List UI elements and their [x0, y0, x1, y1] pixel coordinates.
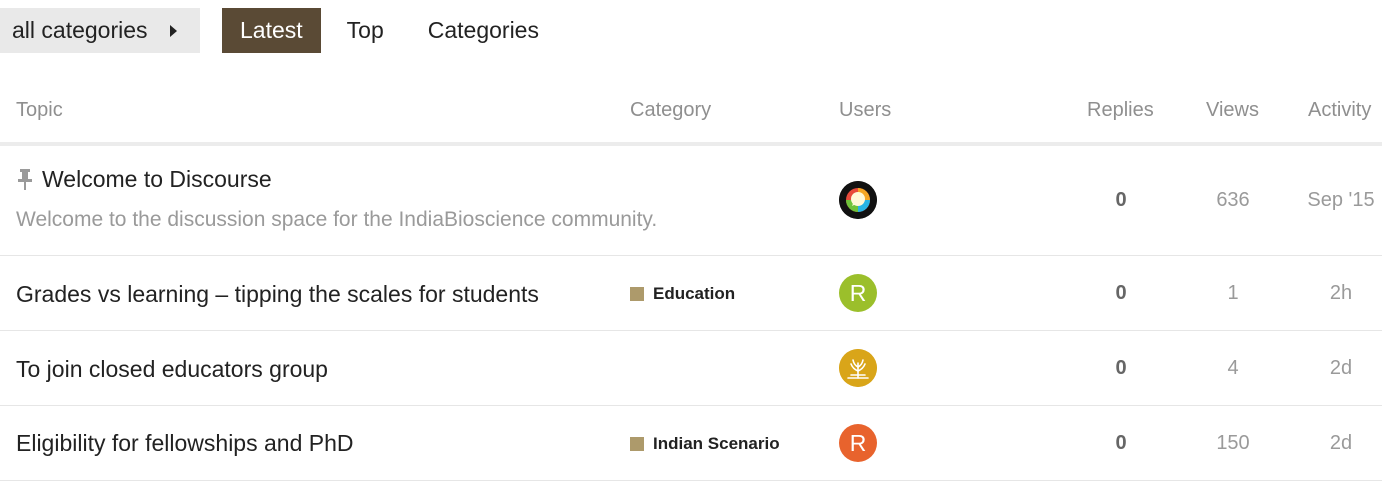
category-color-swatch: [630, 437, 644, 451]
topic-title[interactable]: Grades vs learning – tipping the scales …: [16, 281, 539, 308]
category-dropdown-label: all categories: [12, 17, 148, 43]
avatar[interactable]: [839, 181, 877, 219]
views-count: 1: [1227, 282, 1239, 304]
activity-time[interactable]: Sep '15: [1301, 189, 1381, 212]
avatar[interactable]: R: [839, 424, 877, 462]
caret-right-icon: [169, 24, 177, 37]
topic-title[interactable]: To join closed educators group: [16, 356, 328, 383]
avatar[interactable]: R: [839, 274, 877, 312]
category-name: Indian Scenario: [653, 434, 780, 453]
row-divider: [0, 405, 1382, 406]
avatar-letter: R: [849, 429, 867, 456]
avatar[interactable]: [839, 349, 877, 387]
column-header-users[interactable]: Users: [839, 99, 891, 122]
category-dropdown[interactable]: all categories: [0, 8, 200, 53]
activity-time[interactable]: 2h: [1301, 282, 1381, 305]
column-header-topic[interactable]: Topic: [16, 99, 63, 122]
activity-time[interactable]: 2d: [1301, 432, 1381, 455]
pin-icon: [18, 169, 32, 190]
avatar-letter: R: [849, 279, 867, 306]
category-badge[interactable]: Indian Scenario: [630, 434, 780, 454]
category-name: Education: [653, 284, 736, 303]
column-header-category[interactable]: Category: [630, 99, 711, 122]
category-color-swatch: [630, 287, 644, 301]
topic-title[interactable]: Welcome to Discourse: [42, 166, 272, 193]
column-header-views[interactable]: Views: [1206, 99, 1259, 122]
column-header-activity[interactable]: Activity: [1308, 99, 1371, 122]
navigation-bar: all categories Latest Top Categories: [0, 8, 539, 53]
topic-title[interactable]: Eligibility for fellowships and PhD: [16, 430, 354, 457]
category-badge[interactable]: Education: [630, 284, 735, 304]
views-count: 636: [1216, 189, 1250, 211]
header-divider: [0, 142, 1382, 146]
tree-logo-icon: [839, 349, 877, 387]
topic-excerpt: Welcome to the discussion space for the …: [16, 208, 658, 231]
views-count: 150: [1216, 432, 1250, 454]
tab-top[interactable]: Top: [347, 8, 384, 53]
row-divider: [0, 330, 1382, 331]
discourse-logo-icon: [839, 181, 877, 219]
row-divider: [0, 480, 1382, 481]
replies-count: 0: [1115, 189, 1127, 211]
column-header-replies[interactable]: Replies: [1087, 99, 1154, 122]
tab-categories[interactable]: Categories: [428, 8, 539, 53]
activity-time[interactable]: 2d: [1301, 357, 1381, 380]
replies-count: 0: [1115, 282, 1127, 304]
replies-count: 0: [1115, 432, 1127, 454]
views-count: 4: [1227, 357, 1239, 379]
replies-count: 0: [1115, 357, 1127, 379]
row-divider: [0, 255, 1382, 256]
tab-latest[interactable]: Latest: [222, 8, 321, 53]
